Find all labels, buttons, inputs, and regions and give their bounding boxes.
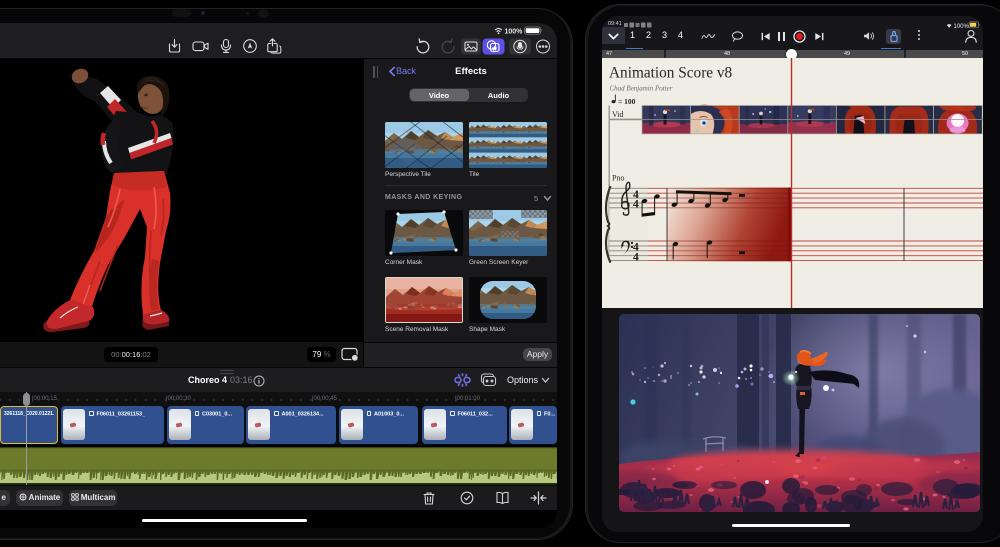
svg-text:Chad Benjamin Potter: Chad Benjamin Potter [610, 85, 673, 93]
svg-text:4: 4 [633, 251, 639, 263]
svg-text:Vid: Vid [612, 110, 624, 119]
svg-text:4: 4 [633, 199, 639, 211]
svg-text:Animation Score v8: Animation Score v8 [609, 65, 733, 82]
svg-text:= 100: = 100 [618, 97, 636, 106]
svg-text:100%: 100% [505, 28, 524, 35]
svg-text:Pno: Pno [612, 174, 624, 183]
